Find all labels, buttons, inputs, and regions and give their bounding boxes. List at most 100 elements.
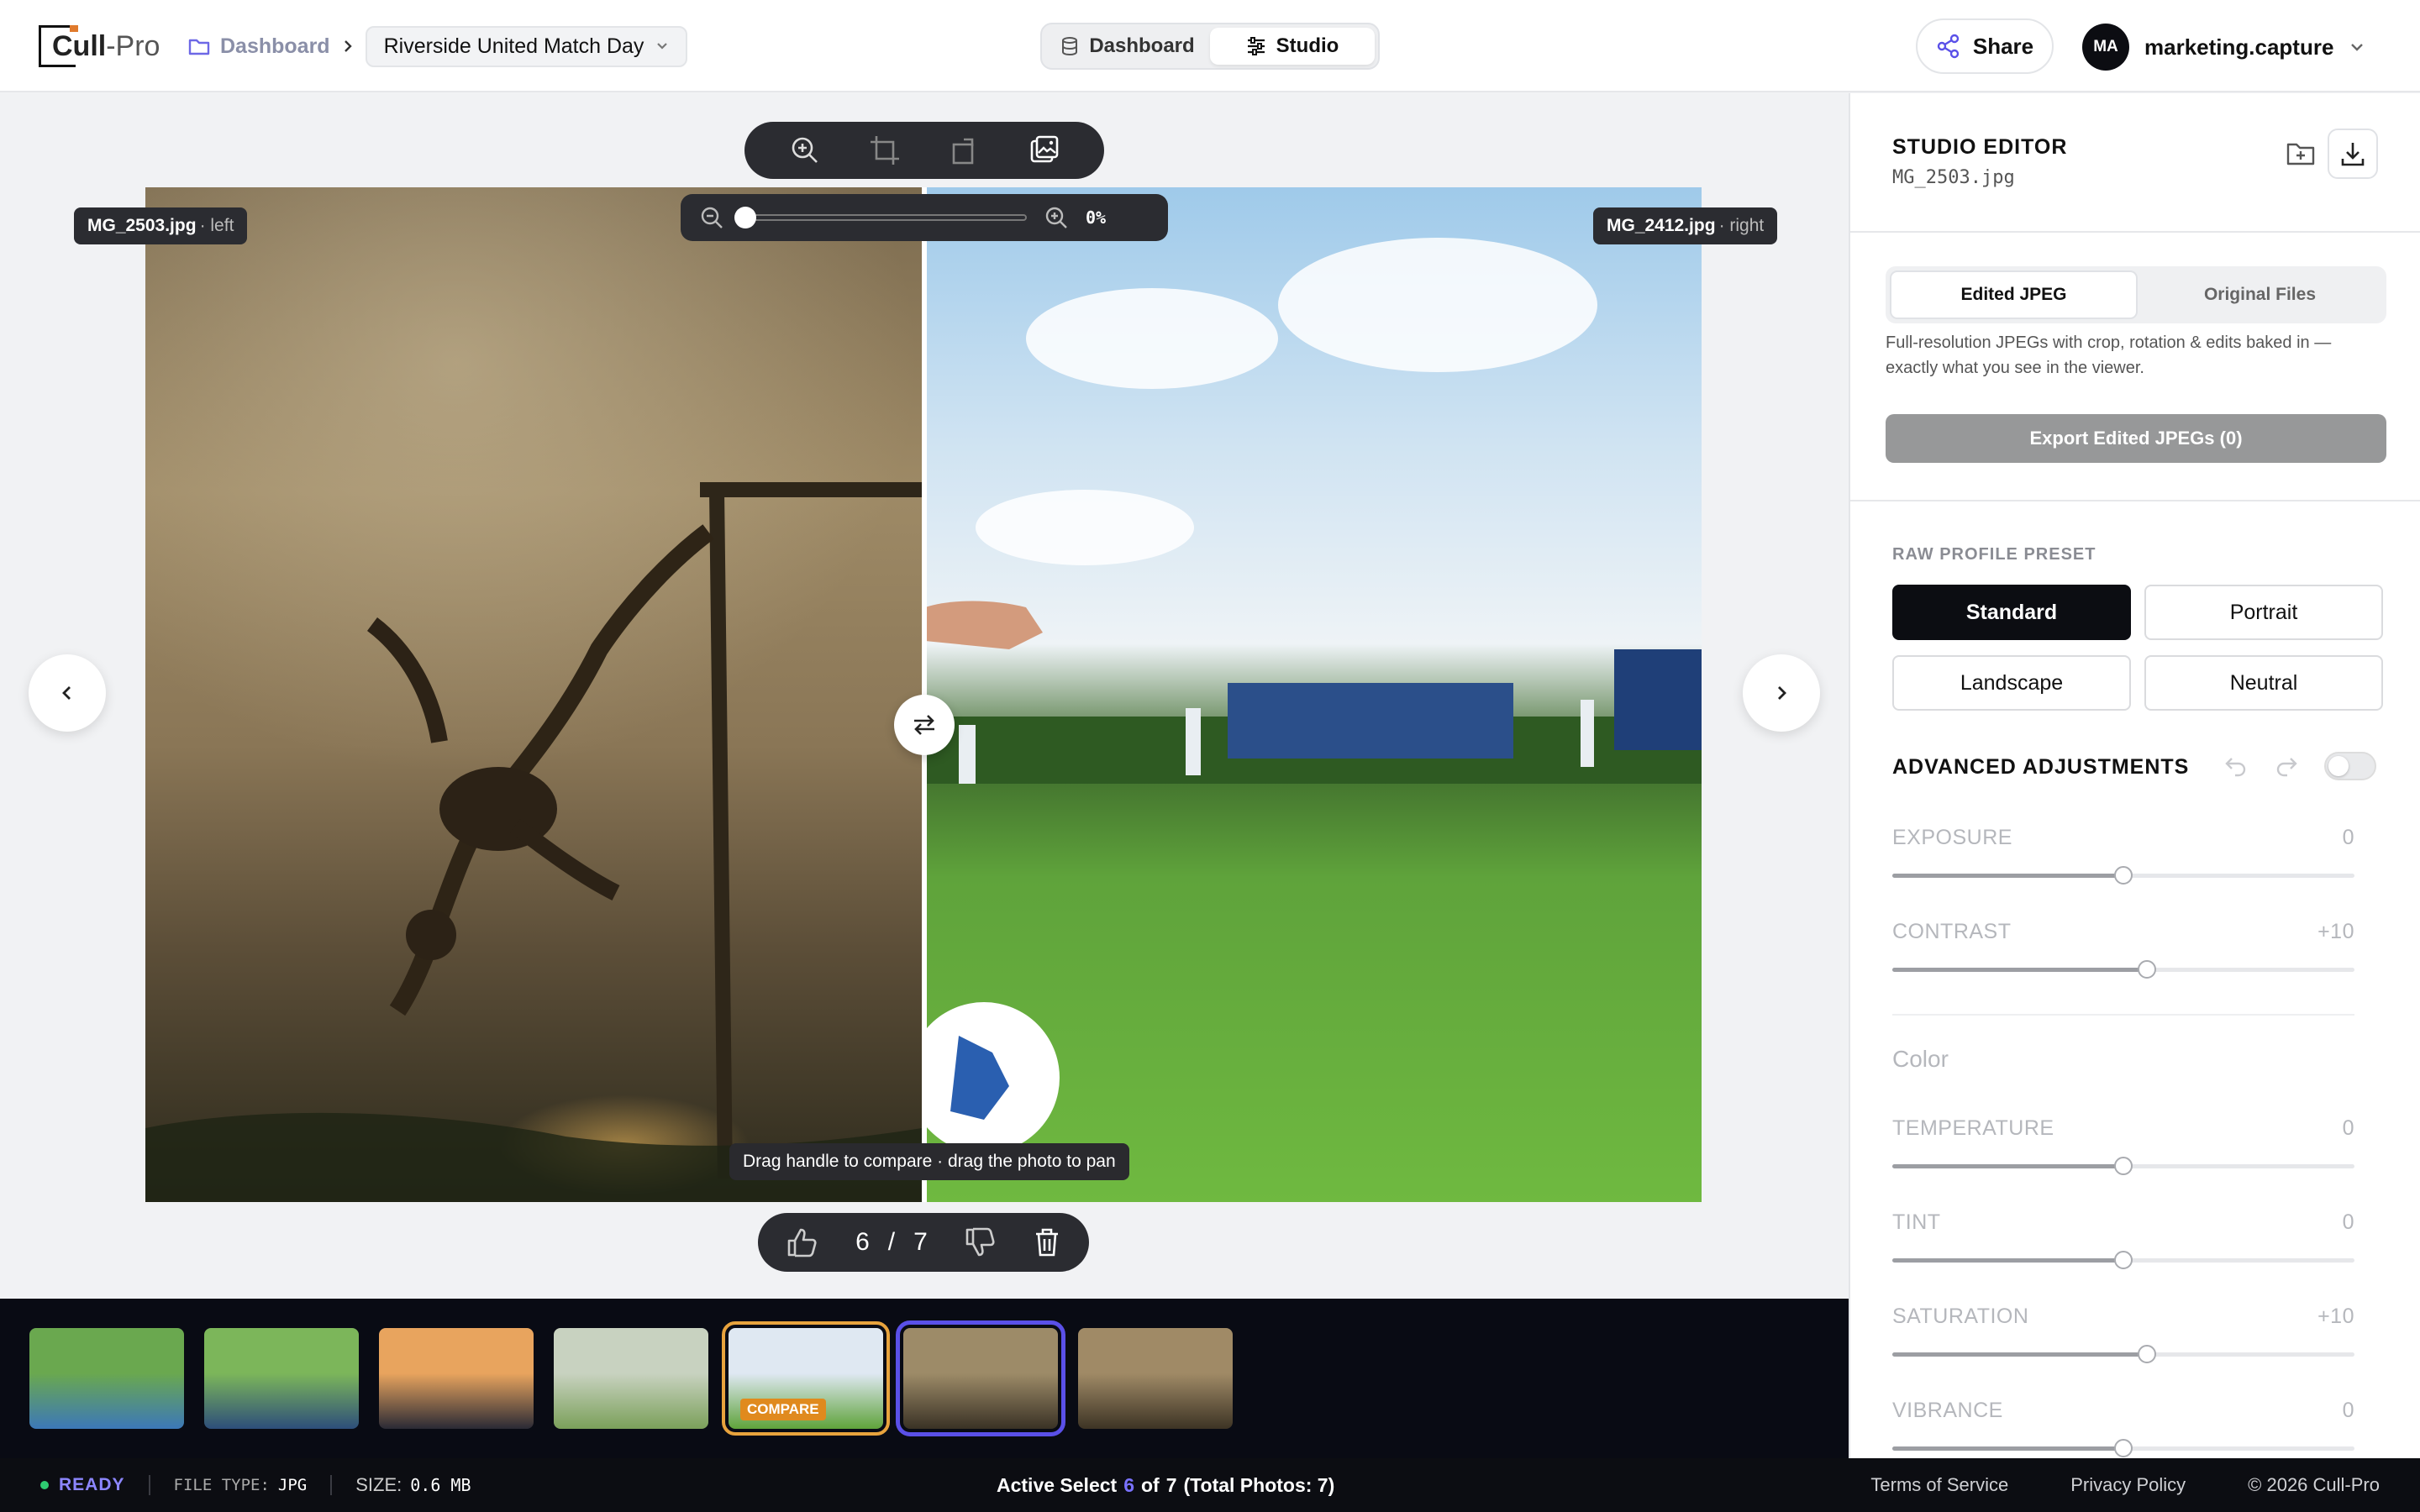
chevron-down-icon xyxy=(2349,41,2365,53)
active-suffix: (Total Photos: 7) xyxy=(1183,1473,1335,1496)
thumbnail[interactable] xyxy=(379,1328,534,1429)
slider-header: TINT 0 xyxy=(1892,1210,2354,1235)
privacy-link[interactable]: Privacy Policy xyxy=(2070,1474,2186,1496)
rotate-icon[interactable] xyxy=(949,134,981,166)
thumbs-down-icon[interactable] xyxy=(965,1227,997,1257)
slider-value: 0 xyxy=(2342,1210,2354,1234)
zoom-slider[interactable] xyxy=(734,207,1027,228)
right-photo[interactable] xyxy=(925,187,1702,1202)
thumbnail[interactable] xyxy=(1078,1328,1233,1429)
download-button[interactable] xyxy=(2328,129,2378,179)
thumbnail[interactable] xyxy=(29,1328,184,1429)
slider-label: TINT xyxy=(1892,1210,1941,1234)
divider xyxy=(330,1475,333,1495)
chevron-down-icon xyxy=(655,41,669,51)
logo-mark xyxy=(39,25,78,67)
slider-tint[interactable]: TINT 0 xyxy=(1892,1210,2354,1269)
slider-label: VIBRANCE xyxy=(1892,1399,2003,1422)
thumbnail-active[interactable] xyxy=(896,1320,1065,1436)
compare-hint: Drag handle to compare · drag the photo … xyxy=(729,1143,1129,1180)
view-switcher: Dashboard Studio xyxy=(1040,23,1380,70)
preset-standard[interactable]: Standard xyxy=(1892,585,2131,640)
panel-filename: MG_2503.jpg xyxy=(1892,167,2015,188)
export-description: Full-resolution JPEGs with crop, rotatio… xyxy=(1886,333,2332,377)
slider-track[interactable] xyxy=(1892,960,2354,979)
zoom-percent: 0% xyxy=(1086,207,1107,228)
color-section-label: Color xyxy=(1892,1046,1949,1072)
app-logo[interactable]: Cull -Pro xyxy=(39,24,160,69)
slider-handle[interactable] xyxy=(2114,1439,2133,1457)
file-type-value: JPG xyxy=(277,1476,308,1494)
slider-contrast[interactable]: CONTRAST +10 xyxy=(1892,920,2354,979)
preset-portrait[interactable]: Portrait xyxy=(2144,585,2383,640)
slider-track[interactable] xyxy=(1892,1157,2354,1175)
slider-label: TEMPERATURE xyxy=(1892,1116,2054,1140)
slider-saturation[interactable]: SATURATION +10 xyxy=(1892,1305,2354,1363)
slider-handle[interactable] xyxy=(2114,1157,2133,1175)
total-count: 7 xyxy=(913,1228,928,1256)
slider-track[interactable] xyxy=(1892,1439,2354,1457)
advanced-label: ADVANCED ADJUSTMENTS xyxy=(1892,755,2190,779)
download-icon xyxy=(2339,140,2366,167)
thumbs-up-icon[interactable] xyxy=(786,1227,818,1257)
compare-badge: COMPARE xyxy=(740,1399,826,1420)
slider-handle[interactable] xyxy=(2137,1345,2156,1363)
slider-track[interactable] xyxy=(1892,1345,2354,1363)
panel-title: STUDIO EDITOR xyxy=(1892,135,2068,159)
slider-value: +10 xyxy=(2317,1305,2354,1328)
terms-link[interactable]: Terms of Service xyxy=(1870,1474,2008,1496)
tab-dashboard[interactable]: Dashboard xyxy=(1045,28,1210,65)
slider-track[interactable] xyxy=(1892,1251,2354,1269)
preset-landscape[interactable]: Landscape xyxy=(1892,655,2131,711)
slider-handle[interactable] xyxy=(2114,866,2133,885)
slider-label: EXPOSURE xyxy=(1892,826,2012,849)
image-viewer[interactable]: 0% MG_2503.jpg · left MG_2412.jpg · righ… xyxy=(0,93,1849,1298)
crop-icon[interactable] xyxy=(869,134,901,166)
folder-icon xyxy=(188,37,210,55)
compare-images-icon[interactable] xyxy=(1028,134,1060,166)
slider-fill xyxy=(1892,1446,2123,1451)
compare-handle[interactable] xyxy=(894,695,955,755)
zoom-in-icon[interactable] xyxy=(1044,205,1069,230)
user-menu[interactable]: MA marketing.capture xyxy=(2082,24,2365,71)
left-photo-scene xyxy=(145,482,922,1202)
export-button[interactable]: Export Edited JPEGs (0) xyxy=(1886,414,2386,463)
preset-neutral[interactable]: Neutral xyxy=(2144,655,2383,711)
slider-track[interactable] xyxy=(1892,866,2354,885)
thumbnail[interactable] xyxy=(554,1328,708,1429)
slider-handle[interactable] xyxy=(2137,960,2156,979)
slider-temperature[interactable]: TEMPERATURE 0 xyxy=(1892,1116,2354,1175)
project-selector[interactable]: Riverside United Match Day xyxy=(365,25,688,67)
slider-handle[interactable] xyxy=(2114,1251,2133,1269)
share-icon xyxy=(1936,34,1961,59)
left-photo[interactable] xyxy=(145,187,922,1202)
filmstrip: COMPARE xyxy=(0,1299,1849,1458)
previous-photo-button[interactable] xyxy=(29,654,106,732)
slider-value: 0 xyxy=(2342,1116,2354,1140)
save-to-folder-button[interactable] xyxy=(2275,129,2326,179)
status-left: READY FILE TYPE: JPG SIZE: 0.6 MB xyxy=(40,1474,471,1496)
tab-original-files[interactable]: Original Files xyxy=(2138,270,2382,319)
active-index: 6 xyxy=(1123,1473,1134,1496)
thumbnail[interactable] xyxy=(204,1328,359,1429)
advanced-controls xyxy=(2223,752,2376,780)
zoom-in-icon[interactable] xyxy=(789,134,821,166)
trash-icon[interactable] xyxy=(1034,1227,1060,1257)
active-total: 7 xyxy=(1165,1473,1177,1496)
thumbnail-compare[interactable]: COMPARE xyxy=(722,1321,890,1436)
undo-icon[interactable] xyxy=(2223,755,2249,777)
tab-studio[interactable]: Studio xyxy=(1210,28,1375,65)
zoom-slider-handle[interactable] xyxy=(734,207,756,228)
breadcrumb-dashboard-link[interactable]: Dashboard xyxy=(188,34,330,59)
tab-edited-jpeg[interactable]: Edited JPEG xyxy=(1890,270,2138,319)
right-side-label: · right xyxy=(1718,216,1765,235)
share-button[interactable]: Share xyxy=(1916,18,2054,74)
next-photo-button[interactable] xyxy=(1743,654,1820,732)
slider-exposure[interactable]: EXPOSURE 0 xyxy=(1892,826,2354,885)
redo-icon[interactable] xyxy=(2274,755,2299,777)
advanced-toggle[interactable] xyxy=(2324,752,2376,780)
file-type-label: FILE TYPE: xyxy=(173,1476,270,1494)
slider-vibrance[interactable]: VIBRANCE 0 xyxy=(1892,1399,2354,1457)
zoom-out-icon[interactable] xyxy=(699,205,724,230)
slider-header: TEMPERATURE 0 xyxy=(1892,1116,2354,1141)
